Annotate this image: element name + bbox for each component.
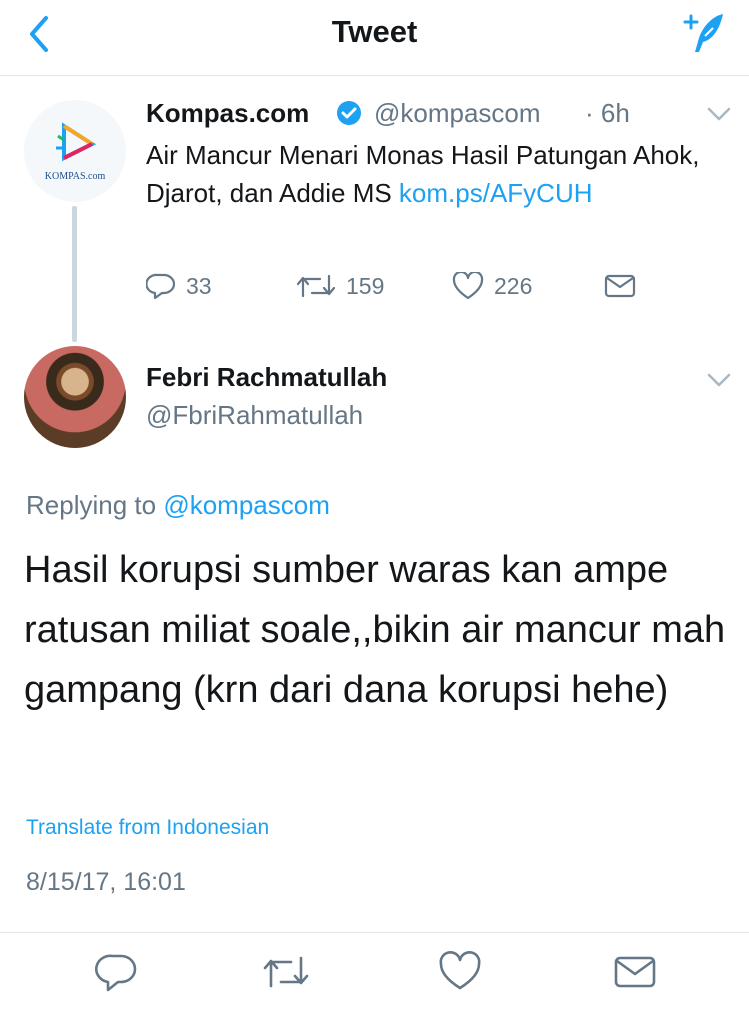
reply-icon	[146, 273, 176, 300]
reply-action[interactable]: 33	[146, 272, 212, 300]
like-count: 226	[494, 272, 533, 299]
compose-icon[interactable]	[677, 8, 731, 58]
reply-tweet-text: Hasil korupsi sumber waras kan ampe ratu…	[24, 549, 726, 711]
dm-action[interactable]	[604, 272, 636, 300]
tweet-link[interactable]: kom.ps/AFyCUH	[399, 178, 593, 208]
retweet-icon	[296, 274, 336, 298]
time-text: 6h	[600, 98, 630, 128]
dm-icon[interactable]	[613, 950, 657, 994]
tweet-time: · 6h	[585, 98, 630, 129]
quoted-tweet-text: Air Mancur Menari Monas Hasil Patungan A…	[146, 136, 736, 212]
translate-link[interactable]: Translate from Indonesian	[26, 816, 269, 840]
febri-name[interactable]: Febri Rachmatullah	[146, 362, 387, 393]
kompas-avatar[interactable]: KOMPAS.com	[24, 100, 126, 202]
like-action[interactable]: 226	[452, 272, 532, 300]
replying-mention[interactable]: @kompascom	[163, 490, 330, 520]
like-icon[interactable]	[438, 950, 482, 994]
retweet-action[interactable]: 159	[296, 272, 384, 300]
kompas-handle[interactable]: @kompascom	[374, 98, 541, 129]
retweet-count: 159	[346, 272, 385, 299]
febri-avatar[interactable]	[24, 346, 126, 448]
febri-handle[interactable]: @FbriRahmatullah	[146, 400, 363, 431]
nav-bar: Tweet	[0, 0, 749, 76]
thread-line	[72, 206, 77, 342]
replying-prefix: Replying to	[26, 490, 164, 520]
replying-to: Replying to @kompascom	[26, 490, 330, 521]
page-title: Tweet	[331, 14, 418, 49]
handle-text: @kompascom	[374, 98, 541, 128]
time-separator: ·	[585, 98, 594, 128]
kompas-name[interactable]: Kompas.com	[146, 98, 309, 129]
chevron-down-icon[interactable]	[706, 106, 732, 122]
reply-count: 33	[186, 272, 212, 299]
tweet-timestamp: 8/15/17, 16:01	[26, 868, 186, 896]
verified-icon	[336, 100, 362, 126]
svg-text:KOMPAS.com: KOMPAS.com	[45, 171, 106, 182]
retweet-icon[interactable]	[262, 950, 309, 994]
dm-icon	[604, 274, 636, 298]
like-icon	[452, 272, 484, 300]
divider	[0, 932, 749, 933]
chevron-down-icon[interactable]	[706, 372, 732, 388]
reply-icon[interactable]	[95, 950, 139, 994]
